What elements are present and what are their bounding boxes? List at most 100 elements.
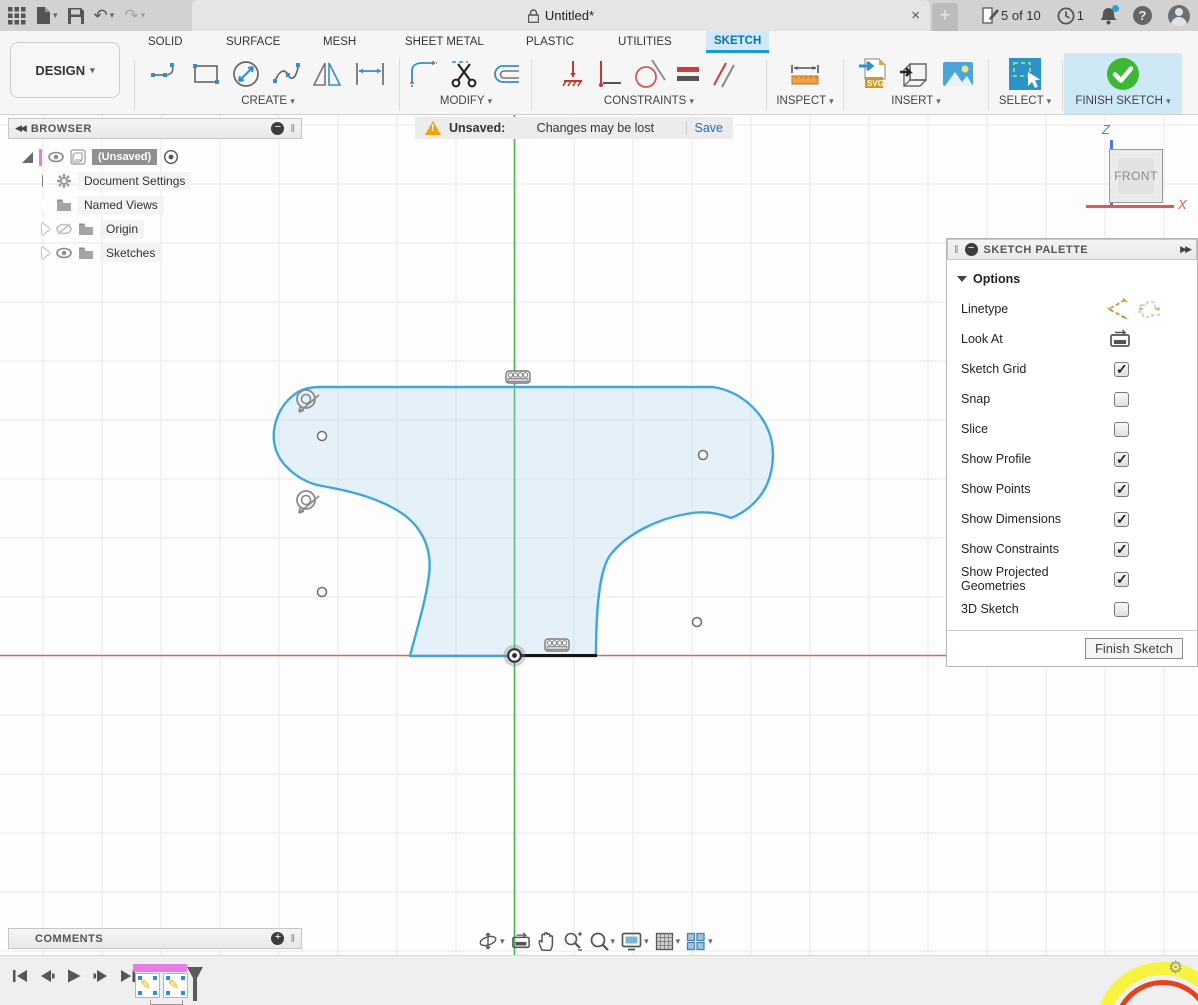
fillet-tool-icon[interactable] bbox=[409, 59, 439, 89]
add-comment-icon[interactable]: + bbox=[271, 932, 284, 945]
play-icon[interactable] bbox=[66, 968, 82, 984]
mirror-tool-icon[interactable] bbox=[312, 59, 344, 89]
user-avatar[interactable] bbox=[1168, 5, 1190, 27]
spline-tool-icon[interactable] bbox=[271, 59, 303, 89]
fix-constraint-icon[interactable] bbox=[560, 59, 586, 89]
origin-label[interactable]: Origin bbox=[100, 220, 144, 238]
show-dimensions-checkbox[interactable] bbox=[1114, 512, 1129, 527]
circle-tool-icon[interactable] bbox=[230, 58, 262, 90]
constraints-dropdown[interactable]: CONSTRAINTS bbox=[534, 95, 764, 107]
equal-constraint-icon[interactable] bbox=[675, 62, 701, 86]
snap-checkbox[interactable] bbox=[1114, 392, 1129, 407]
orbit-tool[interactable] bbox=[478, 931, 505, 951]
pan-tool[interactable] bbox=[537, 931, 556, 951]
modify-dropdown[interactable]: MODIFY bbox=[402, 95, 530, 107]
insert-mesh-icon[interactable] bbox=[898, 58, 932, 90]
visibility-off-eye-icon[interactable] bbox=[56, 221, 72, 237]
3d-sketch-checkbox[interactable] bbox=[1114, 602, 1129, 617]
comments-drag-handle[interactable]: ‖ bbox=[290, 933, 295, 945]
palette-drag-handle[interactable]: ‖ bbox=[954, 244, 959, 256]
collapse-palette-icon[interactable]: ▶▶ bbox=[1180, 244, 1190, 255]
browser-row-sketches[interactable]: Sketches bbox=[8, 241, 302, 265]
tangent-constraint-icon[interactable] bbox=[297, 491, 319, 513]
close-tab-icon[interactable]: × bbox=[911, 7, 920, 24]
show-profile-checkbox[interactable] bbox=[1114, 452, 1129, 467]
root-document-label[interactable]: (Unsaved) bbox=[92, 149, 157, 165]
help-button[interactable]: ? bbox=[1133, 6, 1152, 25]
palette-minimize-icon[interactable]: − bbox=[965, 243, 978, 256]
inspect-dropdown[interactable]: INSPECT bbox=[769, 95, 841, 107]
tab-solid[interactable]: SOLID bbox=[140, 31, 191, 53]
dimension-tool-icon[interactable] bbox=[353, 59, 387, 89]
document-settings-label[interactable]: Document Settings bbox=[78, 172, 191, 190]
browser-header[interactable]: ◀◀ BROWSER − ‖ bbox=[8, 118, 302, 139]
rectangle-tool-icon[interactable] bbox=[191, 59, 221, 89]
look-at-icon[interactable] bbox=[1109, 329, 1131, 349]
file-menu-icon[interactable] bbox=[36, 7, 58, 24]
tangent-constraint-toolbar-icon[interactable] bbox=[632, 58, 666, 90]
notifications-button[interactable] bbox=[1100, 7, 1117, 25]
options-section-header[interactable]: Options bbox=[947, 264, 1197, 294]
horizontal-constraint-icon[interactable] bbox=[545, 639, 569, 651]
sketch-point[interactable] bbox=[318, 588, 327, 597]
save-icon[interactable] bbox=[68, 8, 84, 24]
named-views-label[interactable]: Named Views bbox=[78, 196, 164, 214]
sketch-point[interactable] bbox=[699, 451, 708, 460]
expander-icon[interactable] bbox=[42, 199, 50, 211]
save-button[interactable]: Save bbox=[695, 121, 724, 135]
job-status-button[interactable]: 5 of 10 bbox=[982, 7, 1041, 24]
select-tool-icon[interactable] bbox=[1008, 57, 1042, 91]
sketch-point[interactable] bbox=[318, 432, 327, 441]
design-workspace-dropdown[interactable]: DESIGN bbox=[10, 42, 120, 98]
comments-header[interactable]: COMMENTS + ‖ bbox=[8, 928, 302, 949]
app-grid-icon[interactable] bbox=[8, 7, 26, 25]
parallel-constraint-icon[interactable] bbox=[710, 59, 738, 89]
show-constraints-checkbox[interactable] bbox=[1114, 542, 1129, 557]
tab-utilities[interactable]: UTILITIES bbox=[610, 31, 680, 53]
expander-icon[interactable] bbox=[42, 247, 50, 259]
browser-root-row[interactable]: (Unsaved) bbox=[8, 145, 302, 169]
timeline-sketch-feature-2[interactable]: ✎ bbox=[163, 973, 188, 998]
step-forward-icon[interactable] bbox=[92, 968, 109, 984]
expander-icon[interactable] bbox=[42, 175, 50, 187]
measure-tool-icon[interactable] bbox=[788, 59, 822, 89]
step-back-icon[interactable] bbox=[39, 968, 56, 984]
finish-sketch-button[interactable]: Finish Sketch bbox=[1085, 638, 1183, 659]
browser-minimize-icon[interactable]: − bbox=[271, 122, 284, 135]
insert-dropdown[interactable]: INSERT bbox=[846, 95, 986, 107]
visibility-eye-icon[interactable] bbox=[48, 149, 64, 165]
activate-component-icon[interactable] bbox=[163, 149, 179, 165]
trim-tool-icon[interactable] bbox=[448, 58, 480, 90]
history-button[interactable]: 1 bbox=[1057, 7, 1084, 25]
look-at-tool[interactable] bbox=[511, 932, 531, 950]
tab-mesh[interactable]: MESH bbox=[315, 31, 364, 53]
show-points-checkbox[interactable] bbox=[1114, 482, 1129, 497]
fit-tool[interactable] bbox=[589, 931, 616, 951]
sketch-grid-checkbox[interactable] bbox=[1114, 362, 1129, 377]
select-dropdown[interactable]: SELECT bbox=[991, 95, 1059, 107]
line-tool-icon[interactable] bbox=[150, 59, 182, 89]
browser-row-origin[interactable]: Origin bbox=[8, 217, 302, 241]
insert-svg-icon[interactable]: SVG bbox=[857, 57, 889, 91]
expander-icon[interactable] bbox=[42, 223, 50, 235]
new-tab-button[interactable]: + bbox=[932, 3, 958, 31]
horizontal-vertical-constraint-icon[interactable] bbox=[595, 59, 623, 89]
timeline-sketch-feature-1[interactable]: ✎ bbox=[135, 973, 160, 998]
offset-tool-icon[interactable] bbox=[489, 60, 523, 88]
tab-plastic[interactable]: PLASTIC bbox=[518, 31, 582, 53]
finish-sketch-icon[interactable] bbox=[1105, 56, 1141, 92]
zoom-tool[interactable] bbox=[562, 931, 583, 951]
tab-sheet-metal[interactable]: SHEET METAL bbox=[397, 31, 492, 53]
slice-checkbox[interactable] bbox=[1114, 422, 1129, 437]
browser-row-document-settings[interactable]: Document Settings bbox=[8, 169, 302, 193]
sketches-label[interactable]: Sketches bbox=[100, 244, 161, 262]
viewports[interactable] bbox=[686, 932, 713, 951]
browser-row-named-views[interactable]: Named Views bbox=[8, 193, 302, 217]
undo-icon[interactable]: ↶ bbox=[94, 6, 115, 26]
document-tab[interactable]: Untitled* × bbox=[192, 0, 930, 31]
visibility-eye-icon[interactable] bbox=[56, 245, 72, 261]
root-expander-icon[interactable] bbox=[22, 152, 33, 163]
timeline-group-bar[interactable] bbox=[133, 964, 187, 972]
horizontal-constraint-icon[interactable] bbox=[506, 371, 530, 383]
browser-drag-handle[interactable]: ‖ bbox=[290, 123, 295, 135]
